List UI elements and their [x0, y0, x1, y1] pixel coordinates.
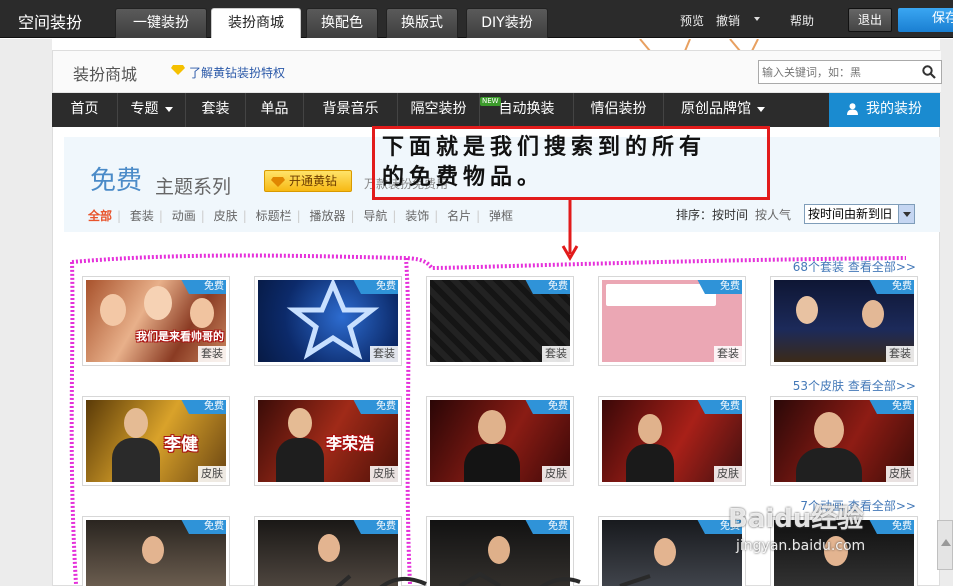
nav-original-brand[interactable]: 原创品牌馆 [664, 93, 782, 127]
nav-singles-label: 单品 [260, 101, 289, 117]
preview-link[interactable]: 预览 [680, 12, 704, 29]
save-button[interactable]: 保存 [898, 8, 953, 32]
category-navigation[interactable]: 导航 [363, 209, 387, 223]
annotation-line: 下面就是我们搜索到的所有 [382, 134, 707, 160]
category-filter: 全部 | 套装 | 动画 | 皮肤 | 标题栏 | 播放器 | 导航 | 装饰 | 名片 | 弹框 [88, 207, 518, 224]
nav-home-label: 首页 [70, 101, 99, 117]
annotation-box: 下面就是我们搜索到的所有 的免费物品。 [372, 126, 770, 200]
annotation-line: 的免费物品。 [382, 164, 545, 190]
category-all[interactable]: 全部 [88, 209, 112, 223]
cropped-annotation-text [335, 571, 651, 586]
top-toolbar: 空间装扮 一键装扮 装扮商城 换配色 换版式 DIY装扮 预览 撤销 帮助 退出… [0, 0, 953, 38]
nav-suits-label: 套装 [201, 101, 230, 117]
chevron-down-icon [164, 106, 173, 112]
separator: | [392, 209, 397, 223]
category-decoration[interactable]: 装饰 [405, 209, 429, 223]
search-icon[interactable] [922, 65, 936, 79]
nav-original-brand-label: 原创品牌馆 [681, 101, 751, 117]
separator: | [158, 209, 163, 223]
tab-one-click-dress[interactable]: 一键装扮 [115, 8, 207, 38]
nav-remote-dress-label: 隔空装扮 [410, 101, 467, 117]
category-skin[interactable]: 皮肤 [214, 209, 238, 223]
tab-diy-dress[interactable]: DIY装扮 [466, 8, 548, 38]
search-input[interactable] [758, 60, 942, 84]
separator: | [200, 209, 205, 223]
watermark-logo: Baidu经验 [728, 504, 864, 534]
separator: | [350, 209, 355, 223]
category-player[interactable]: 播放器 [309, 209, 345, 223]
tab-color-scheme[interactable]: 换配色 [306, 8, 378, 38]
category-card[interactable]: 名片 [447, 209, 471, 223]
separator: | [296, 209, 301, 223]
nav-topics[interactable]: 专题 [118, 93, 186, 127]
free-heading: 免费 [90, 166, 143, 196]
yellow-diamond-icon [271, 177, 285, 187]
vip-privilege-link[interactable]: 了解黄钻装扮特权 [189, 64, 285, 81]
tab-dress-store[interactable]: 装扮商城 [211, 8, 301, 38]
nav-bg-music-label: 背景音乐 [322, 101, 379, 117]
separator: | [476, 209, 481, 223]
baidu-watermark: Baidu经验 jingyan.baidu.com [728, 498, 888, 568]
exit-button[interactable]: 退出 [848, 8, 892, 32]
watermark-url: jingyan.baidu.com [736, 538, 866, 554]
user-icon [847, 103, 858, 115]
open-vip-button[interactable]: 开通黄钻 [264, 170, 352, 192]
background-left [0, 39, 52, 586]
category-titlebar[interactable]: 标题栏 [256, 209, 292, 223]
main-nav: 首页 专题 套装 单品 背景音乐 隔空装扮 自动换装 情侣装扮 原创品牌馆 NE… [52, 93, 940, 127]
yellow-diamond-icon [171, 65, 185, 75]
scroll-to-top-button[interactable] [937, 520, 953, 570]
separator: | [242, 209, 247, 223]
tab-layout[interactable]: 换版式 [386, 8, 458, 38]
undo-link[interactable]: 撤销 [716, 12, 740, 29]
app-title: 空间装扮 [18, 13, 83, 32]
sort-label: 排序： [676, 208, 713, 222]
background-right [940, 39, 953, 586]
annotation-text: 下面就是我们搜索到的所有 的免费物品。 [382, 132, 706, 192]
open-vip-label: 开通黄钻 [289, 174, 338, 188]
nav-home[interactable]: 首页 [52, 93, 118, 127]
my-dress-button[interactable]: 我的装扮 [829, 93, 940, 127]
sort-select[interactable]: 按时间由新到旧 [804, 204, 915, 224]
separator: | [434, 209, 439, 223]
theme-series-heading: 主题系列 [155, 176, 232, 198]
nav-bg-music[interactable]: 背景音乐 [304, 93, 398, 127]
separator: | [117, 209, 122, 223]
nav-remote-dress[interactable]: 隔空装扮 [398, 93, 480, 127]
nav-singles[interactable]: 单品 [246, 93, 304, 127]
category-suit[interactable]: 套装 [130, 209, 154, 223]
new-badge: NEW [480, 97, 501, 106]
undo-dropdown-icon[interactable] [754, 17, 760, 21]
sort-select-value: 按时间由新到旧 [808, 207, 893, 221]
nav-auto-change-label: 自动换装 [498, 101, 555, 117]
sort-by-popularity[interactable]: 按人气 [755, 206, 791, 223]
my-dress-label: 我的装扮 [866, 101, 922, 117]
category-popup[interactable]: 弹框 [489, 209, 513, 223]
nav-couple-dress-label: 情侣装扮 [590, 101, 647, 117]
chevron-down-icon [757, 106, 765, 112]
store-title: 装扮商城 [73, 65, 138, 84]
category-animation[interactable]: 动画 [172, 209, 196, 223]
help-link[interactable]: 帮助 [790, 12, 814, 29]
annotation-arrow-icon [561, 200, 579, 261]
sort-by-time[interactable]: 按时间 [712, 206, 748, 223]
nav-couple-dress[interactable]: 情侣装扮 [574, 93, 664, 127]
nav-topics-label: 专题 [130, 101, 159, 117]
chevron-down-icon[interactable] [898, 205, 914, 223]
nav-suits[interactable]: 套装 [186, 93, 246, 127]
